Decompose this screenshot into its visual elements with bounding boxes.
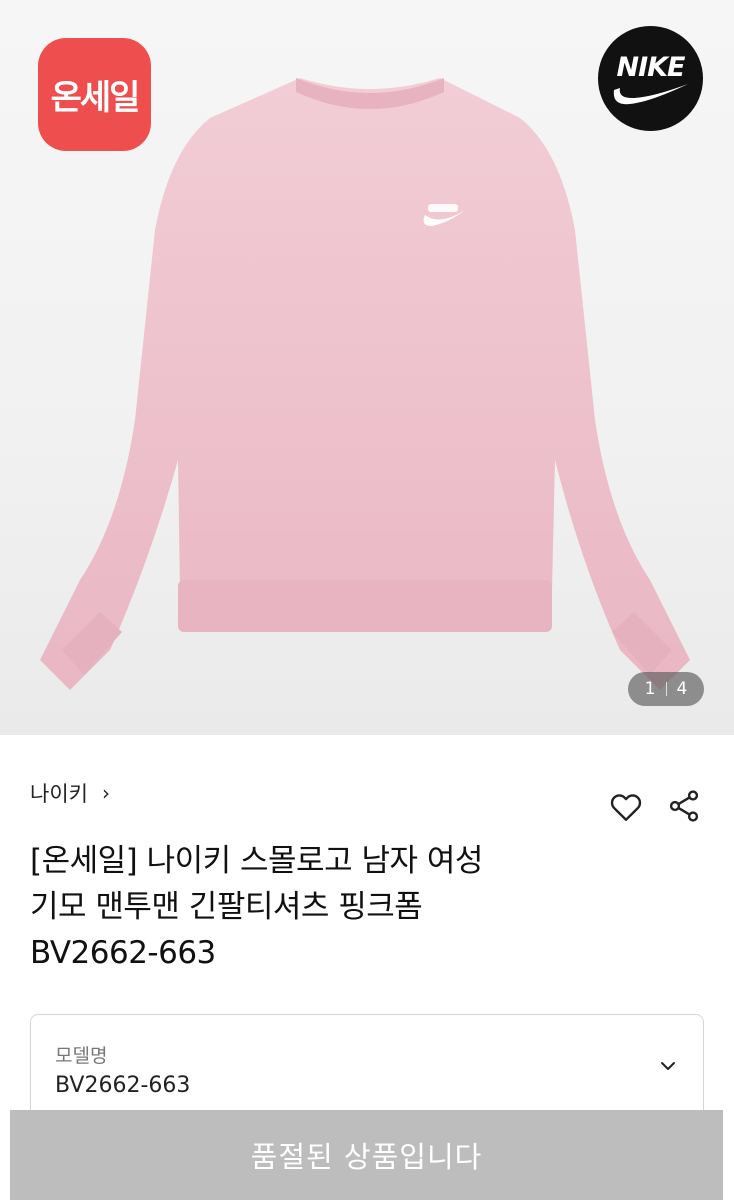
image-counter: 1 4 bbox=[628, 672, 704, 706]
model-select[interactable]: 모델명 BV2662-663 bbox=[30, 1014, 704, 1124]
swoosh-icon bbox=[613, 84, 688, 105]
heart-icon bbox=[610, 794, 642, 821]
nike-logo-text: NIKE bbox=[616, 52, 685, 83]
image-counter-total: 4 bbox=[676, 679, 688, 699]
onsale-badge: 온세일 bbox=[38, 38, 151, 151]
product-title-line-3: BV2662-663 bbox=[30, 935, 216, 971]
share-icon bbox=[669, 790, 699, 822]
like-button[interactable] bbox=[608, 789, 644, 825]
nike-logo: NIKE bbox=[598, 26, 703, 131]
image-counter-current: 1 bbox=[644, 679, 656, 699]
product-title: [온세일] 나이키 스몰로고 남자 여성 기모 맨투맨 긴팔티셔츠 핑크폼 BV… bbox=[30, 838, 590, 976]
share-button[interactable] bbox=[666, 787, 702, 825]
product-title-line-1: [온세일] 나이키 스몰로고 남자 여성 bbox=[30, 843, 483, 879]
counter-separator bbox=[665, 682, 667, 696]
brand-name: 나이키 bbox=[30, 782, 88, 806]
soldout-button[interactable]: 품절된 상품입니다 bbox=[10, 1110, 723, 1200]
model-select-label: 모델명 bbox=[55, 1045, 108, 1067]
model-select-value: BV2662-663 bbox=[55, 1073, 191, 1098]
onsale-badge-text: 온세일 bbox=[50, 78, 141, 118]
product-image-carousel[interactable]: 온세일 NIKE 1 4 bbox=[0, 0, 734, 735]
chevron-down-icon bbox=[661, 1062, 675, 1070]
chevron-right-icon: › bbox=[101, 781, 110, 805]
brand-link[interactable]: 나이키 › bbox=[30, 778, 110, 808]
product-title-line-2: 기모 맨투맨 긴팔티셔츠 핑크폼 bbox=[30, 889, 423, 925]
